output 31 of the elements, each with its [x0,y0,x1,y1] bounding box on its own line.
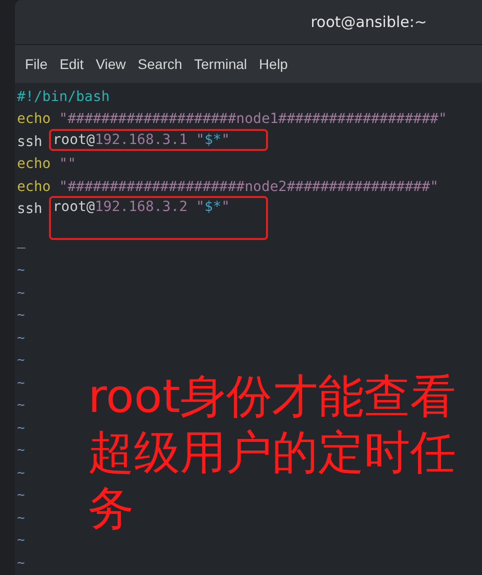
empty-line-marker: ~ [17,353,25,368]
empty-line-marker: ~ [17,263,25,278]
code-line: #!/bin/bash [17,88,111,106]
empty-line-marker: ~ [17,556,25,570]
empty-line-marker: ~ [17,443,25,458]
empty-line-marker: ~ [17,286,25,300]
empty-line-marker: ~ [17,398,25,413]
empty-line-marker: ~ [17,466,25,480]
menu-item[interactable]: View [90,56,132,72]
empty-line-marker: ~ [17,420,25,436]
menu-item[interactable]: Help [253,56,294,72]
empty-line-marker: ~ [17,330,25,346]
code-text: ssh [17,132,44,152]
empty-line-marker: ~ [17,533,25,548]
menu-item[interactable]: Search [132,56,188,72]
menu-item[interactable]: Terminal [188,56,254,72]
highlight-box: root@192.168.3.2 "$*" [48,196,268,240]
code-line: echo "#####################node2#################" [17,178,440,196]
annotation-text: root身份才能查看超级用户的定时任务 [88,368,458,536]
window-title: root@ansible:~ [310,12,427,31]
empty-line-marker: ~ [17,488,25,503]
code-text: ssh [17,200,44,219]
code-line: echo "" [17,155,78,174]
cursor: _ [17,232,26,248]
code-line: echo "####################node1###################" [17,110,448,129]
menu-item[interactable]: Edit [54,56,90,72]
empty-line-marker: ~ [17,510,25,526]
empty-line-marker: ~ [17,308,25,323]
empty-line-marker: ~ [17,376,25,390]
highlight-box: root@192.168.3.1 "$*" [48,128,268,150]
menu-item[interactable]: File [19,56,54,72]
